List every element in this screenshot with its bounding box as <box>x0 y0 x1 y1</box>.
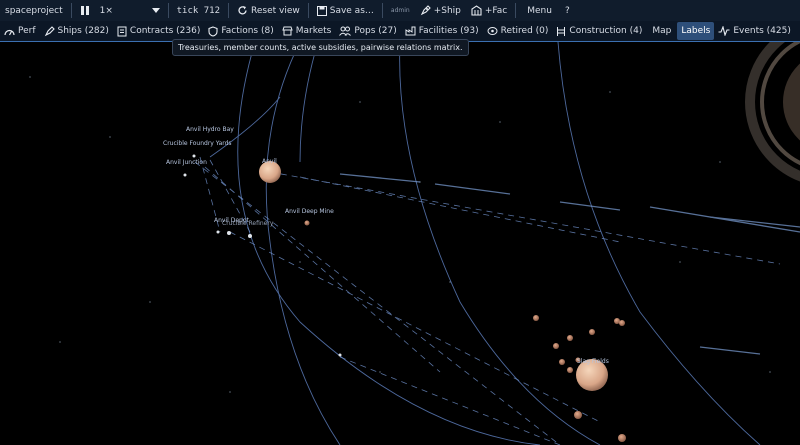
tab-label: Map <box>652 26 672 36</box>
gauge-icon <box>4 27 15 36</box>
admin-label: admin <box>390 7 410 14</box>
divider <box>381 3 383 18</box>
tab-label: Retired (0) <box>500 26 549 36</box>
pause-button[interactable] <box>75 0 95 21</box>
tab-map[interactable]: Map <box>646 22 677 40</box>
add-fac-button[interactable]: +Fac <box>466 0 512 21</box>
construction-icon <box>556 26 566 36</box>
reset-view-button[interactable]: Reset view <box>232 0 305 21</box>
top-toolbar: spaceproject 1× tick 712 Reset view Save… <box>0 0 800 22</box>
reset-view-label: Reset view <box>251 5 300 16</box>
stations <box>183 154 342 357</box>
tab-label: Markets <box>295 26 332 36</box>
tab-label: Construction (4) <box>569 26 643 36</box>
store-icon <box>282 26 293 36</box>
starfield <box>29 76 771 393</box>
tick-counter: tick 712 <box>176 5 220 16</box>
ship-trails <box>339 173 800 355</box>
add-fac-label: +Fac <box>484 5 508 16</box>
tab-pops[interactable]: Pops (27) <box>335 22 400 40</box>
contract-icon <box>117 26 127 37</box>
tab-contracts[interactable]: Contracts (236) <box>113 22 204 40</box>
save-as-button[interactable]: Save as… <box>312 0 379 21</box>
label-anvil-deep-mine: Anvil Deep Mine <box>285 208 334 215</box>
label-anvil-junction: Anvil Junction <box>166 159 207 166</box>
pause-icon <box>80 5 90 16</box>
tab-label: Contracts (236) <box>129 26 201 36</box>
add-ship-label: +Ship <box>433 5 461 16</box>
help-button[interactable]: ? <box>560 0 575 21</box>
refresh-icon <box>237 5 248 16</box>
tab-label: Factions (8) <box>221 26 274 36</box>
rocket-icon <box>44 25 55 37</box>
divider <box>515 3 517 18</box>
tab-retired[interactable]: Retired (0) <box>483 22 553 40</box>
tab-label: Labels <box>681 26 711 36</box>
speed-select[interactable]: 1× <box>95 0 165 21</box>
orbit-lines <box>209 42 761 445</box>
tab-label: Facilities (93) <box>418 26 479 36</box>
label-overlap: Crucible Refinery <box>222 220 274 227</box>
add-ship-button[interactable]: +Ship <box>415 0 466 21</box>
gas-giant <box>745 42 800 182</box>
trade-routes <box>194 156 781 445</box>
divider <box>228 3 229 18</box>
map-viewport[interactable]: Anvil Hydro Bay Crucible Foundry Yards A… <box>0 42 800 445</box>
chevron-down-icon <box>151 7 160 14</box>
tab-labels[interactable]: Labels <box>677 22 715 40</box>
factions-tooltip: Treasuries, member counts, active subsid… <box>172 39 469 56</box>
label-crucible-foundry: Crucible Foundry Yards <box>163 140 232 147</box>
tab-label: Events (425) <box>733 26 791 36</box>
menu-button[interactable]: Menu <box>519 0 560 21</box>
shield-icon <box>208 25 218 37</box>
label-slag-fields: Slag Fields <box>577 358 609 365</box>
speed-value: 1× <box>99 5 113 16</box>
app-name: spaceproject <box>5 5 63 16</box>
rocket-icon <box>420 5 431 16</box>
tab-factions[interactable]: Factions (8) <box>204 22 277 40</box>
tab-label: Ships (282) <box>57 26 109 36</box>
tab-events[interactable]: Events (425) <box>714 22 795 40</box>
factory-icon <box>405 26 416 36</box>
label-anvil-hydro-bay: Anvil Hydro Bay <box>186 126 234 133</box>
divider <box>70 3 72 18</box>
retired-icon <box>487 26 498 36</box>
save-icon <box>316 5 327 16</box>
divider <box>167 3 169 18</box>
tab-ships[interactable]: Ships (282) <box>40 22 113 40</box>
divider <box>307 3 309 18</box>
pulse-icon <box>718 26 730 36</box>
tab-construction[interactable]: Construction (4) <box>552 22 646 40</box>
map-canvas[interactable] <box>0 42 800 445</box>
building-icon <box>471 5 482 16</box>
tab-label: Pops (27) <box>354 26 397 36</box>
asteroids <box>304 220 626 442</box>
save-as-label: Save as… <box>329 5 374 16</box>
tab-facilities[interactable]: Facilities (93) <box>401 22 483 40</box>
people-icon <box>339 26 352 36</box>
tab-label: Perf <box>18 26 36 36</box>
tab-perf[interactable]: Perf <box>0 22 40 40</box>
tab-markets[interactable]: Markets <box>278 22 336 40</box>
label-anvil: Anvil <box>262 158 277 165</box>
